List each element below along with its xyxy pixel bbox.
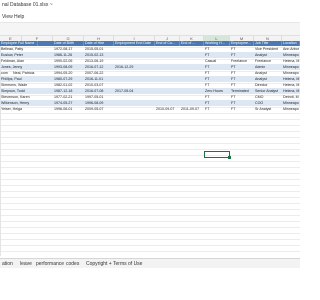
active-cell-cursor[interactable] [204,151,231,159]
title-bar: nal Database 01.xlsx ~ [0,0,300,12]
cell-title[interactable]: Sr Analyst [254,106,282,112]
sheet-tab-copyright[interactable]: Copyright + Terms of Use [86,260,142,268]
sheet-tab-performance[interactable]: performance [36,260,64,268]
cell-end-contract[interactable]: 2010-09-07 [155,106,180,112]
cell-hours[interactable]: FT [204,106,230,112]
fill-handle[interactable] [228,156,231,159]
cell-end-other[interactable]: 2011-09-07 [180,106,204,112]
cell-hire[interactable]: 2009-05-07 [84,106,114,112]
cell-location[interactable]: Minneapo [282,106,300,112]
cell-name[interactable]: Yelser, Helga [0,106,53,112]
tab-view[interactable]: View [2,14,13,20]
formula-area [0,23,300,36]
table-row: Yelser, Helga 1996-06-01 2009-05-07 2010… [0,106,300,112]
sheet-tab-leave[interactable]: leave [20,260,32,268]
tab-help[interactable]: Help [14,14,24,20]
sheet-tab-information[interactable]: ation [2,260,13,268]
cell-type[interactable]: FT [230,106,254,112]
spreadsheet-grid[interactable]: Employee Full Name Date of Birth Date of… [0,41,300,256]
ribbon-menu: View Help [0,12,300,23]
sheet-tab-codes[interactable]: codes [66,260,79,268]
cell-dob[interactable]: 1996-06-01 [53,106,84,112]
window-title: nal Database 01.xlsx ~ [2,2,53,8]
status-area [0,268,300,300]
